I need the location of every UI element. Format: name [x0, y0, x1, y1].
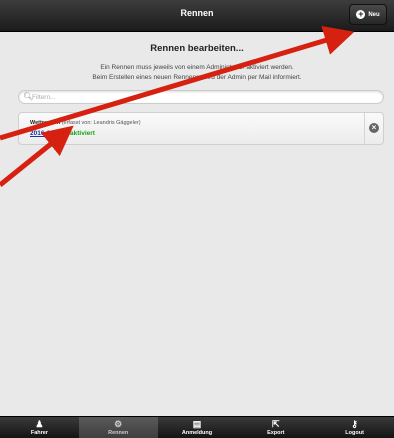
bottom-tab-bar: ♟ Fahrer ⚙ Rennen ▤ Anmeldung ⇱ Export ⚷…: [0, 416, 394, 438]
tab-anmeldung[interactable]: ▤ Anmeldung: [158, 417, 237, 438]
tab-export[interactable]: ⇱ Export: [236, 417, 315, 438]
tab-label-logout: Logout: [345, 430, 364, 436]
tab-label-rennen: Rennen: [108, 430, 129, 436]
tab-label-export: Export: [267, 430, 285, 436]
driver-icon: ♟: [35, 419, 44, 429]
arrow-to-new-button: [0, 25, 355, 141]
tab-logout[interactable]: ⚷ Logout: [315, 417, 394, 438]
tab-rennen[interactable]: ⚙ Rennen: [78, 417, 158, 438]
export-icon: ⇱: [272, 419, 280, 429]
arrow-to-race-date: [0, 125, 74, 187]
inbox-icon: ▤: [192, 419, 202, 429]
gear-icon: ⚙: [114, 419, 123, 429]
annotation-arrows: [0, 25, 355, 187]
key-icon: ⚷: [351, 419, 358, 429]
tab-label-fahrer: Fahrer: [30, 430, 48, 436]
tab-label-anmeldung: Anmeldung: [181, 430, 213, 436]
tab-fahrer[interactable]: ♟ Fahrer: [0, 417, 79, 438]
